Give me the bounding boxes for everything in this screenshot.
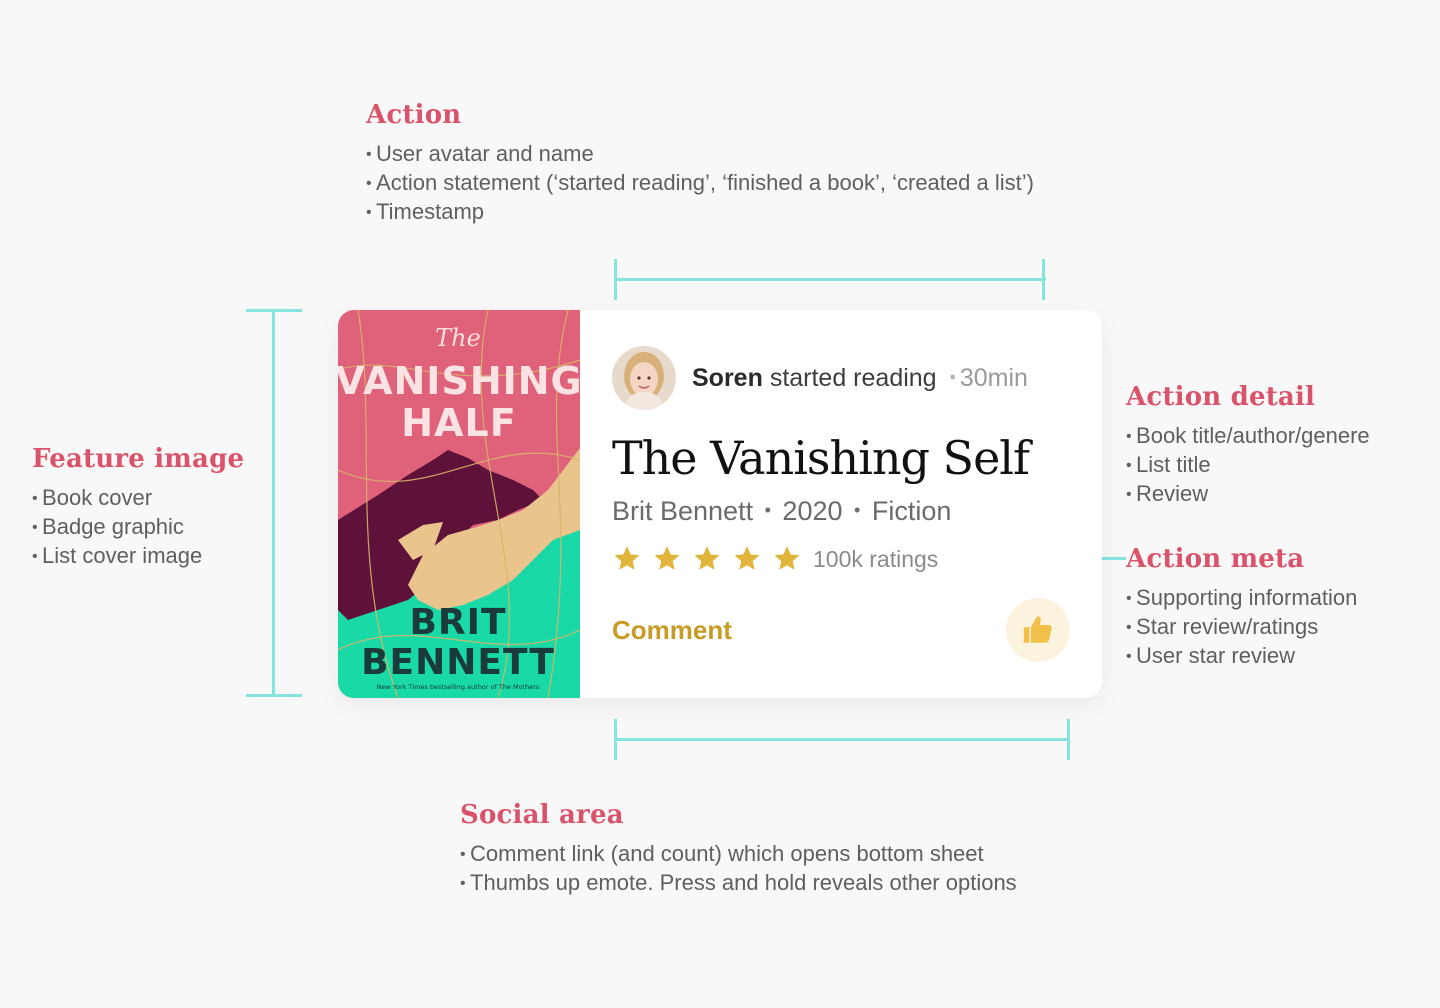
bracket-line <box>615 738 1070 741</box>
action-statement: Soren started reading • 30min <box>692 362 1028 393</box>
cover-tagline: New York Times bestselling author of The… <box>377 683 540 691</box>
annotation-action-title: Action <box>366 100 462 130</box>
annotation-action-detail: Action detail Book title/author/genere L… <box>1126 382 1370 509</box>
book-title[interactable]: The Vanishing Self <box>612 430 1030 486</box>
activity-card[interactable]: The VANISHING HALF BRIT BENNETT New York… <box>338 310 1102 698</box>
cover-title-line2: HALF <box>401 401 516 445</box>
bracket-end <box>614 719 617 760</box>
cover-author-line1: BRIT <box>409 602 506 643</box>
cover-author-line2: BENNETT <box>361 642 555 683</box>
annotation-feature-image-item: List cover image <box>32 542 244 571</box>
annotation-action-meta-list: Supporting information Star review/ratin… <box>1126 584 1357 671</box>
annotation-action-item: Action statement (‘started reading’, ‘fi… <box>366 169 1034 198</box>
avatar-icon <box>612 346 676 410</box>
annotation-action-meta-title: Action meta <box>1126 544 1305 574</box>
bracket-end <box>614 259 617 300</box>
annotation-action-detail-item: List title <box>1126 451 1370 480</box>
cover-title-small: The <box>435 324 481 352</box>
annotation-social-area-item: Thumbs up emote. Press and hold reveals … <box>460 869 1017 898</box>
bracket-end <box>1067 719 1070 760</box>
annotation-feature-image-list: Book cover Badge graphic List cover imag… <box>32 484 244 571</box>
meta-separator: • <box>854 500 861 520</box>
timestamp-separator: • <box>949 367 956 387</box>
bracket-end <box>1042 259 1045 300</box>
bracket-end <box>246 694 302 697</box>
star-icon <box>694 546 720 570</box>
annotation-action-list: User avatar and name Action statement (‘… <box>366 140 1034 227</box>
like-button[interactable] <box>1006 598 1070 662</box>
book-year: 2020 <box>782 496 843 526</box>
user-avatar[interactable] <box>612 346 676 410</box>
timestamp: 30min <box>959 364 1028 392</box>
book-genre: Fiction <box>871 496 952 526</box>
star-rating <box>612 542 802 576</box>
comment-link[interactable]: Comment <box>612 614 732 646</box>
annotation-feature-image-item: Badge graphic <box>32 513 244 542</box>
star-icon <box>614 546 640 570</box>
bracket-line <box>272 310 275 696</box>
cover-title-line1: VANISHING <box>338 359 580 403</box>
annotation-action: Action User avatar and name Action state… <box>366 100 1034 227</box>
star-icon <box>774 546 800 570</box>
book-author: Brit Bennett <box>612 496 754 526</box>
user-name[interactable]: Soren <box>692 364 763 392</box>
annotation-action-meta-item: User star review <box>1126 642 1357 671</box>
meta-separator: • <box>764 500 771 520</box>
book-cover[interactable]: The VANISHING HALF BRIT BENNETT New York… <box>338 310 580 698</box>
annotation-action-meta-item: Star review/ratings <box>1126 613 1357 642</box>
annotation-action-detail-title: Action detail <box>1126 382 1316 412</box>
bracket-end <box>246 309 302 312</box>
annotation-social-area-title: Social area <box>460 800 624 830</box>
annotation-feature-image-item: Book cover <box>32 484 244 513</box>
annotation-action-item: User avatar and name <box>366 140 1034 169</box>
ratings-count: 100k ratings <box>813 546 939 572</box>
star-icon <box>734 546 760 570</box>
annotation-feature-image: Feature image Book cover Badge graphic L… <box>32 444 244 571</box>
annotation-action-detail-item: Review <box>1126 480 1370 509</box>
thumbs-up-icon <box>1023 616 1052 643</box>
annotation-action-detail-list: Book title/author/genere List title Revi… <box>1126 422 1370 509</box>
annotation-action-item: Timestamp <box>366 198 1034 227</box>
annotation-social-area-list: Comment link (and count) which opens bot… <box>460 840 1017 898</box>
annotation-social-area: Social area Comment link (and count) whi… <box>460 800 1017 898</box>
action-text: started reading <box>769 364 937 392</box>
annotation-social-area-item: Comment link (and count) which opens bot… <box>460 840 1017 869</box>
annotation-feature-image-title: Feature image <box>32 444 245 474</box>
book-meta: Brit Bennett • 2020 • Fiction <box>612 494 951 527</box>
star-icon <box>654 546 680 570</box>
annotation-action-detail-item: Book title/author/genere <box>1126 422 1370 451</box>
annotation-action-meta-item: Supporting information <box>1126 584 1357 613</box>
annotation-action-meta: Action meta Supporting information Star … <box>1126 544 1357 671</box>
book-cover-art: The VANISHING HALF BRIT BENNETT New York… <box>338 310 580 698</box>
bracket-line <box>615 278 1046 281</box>
